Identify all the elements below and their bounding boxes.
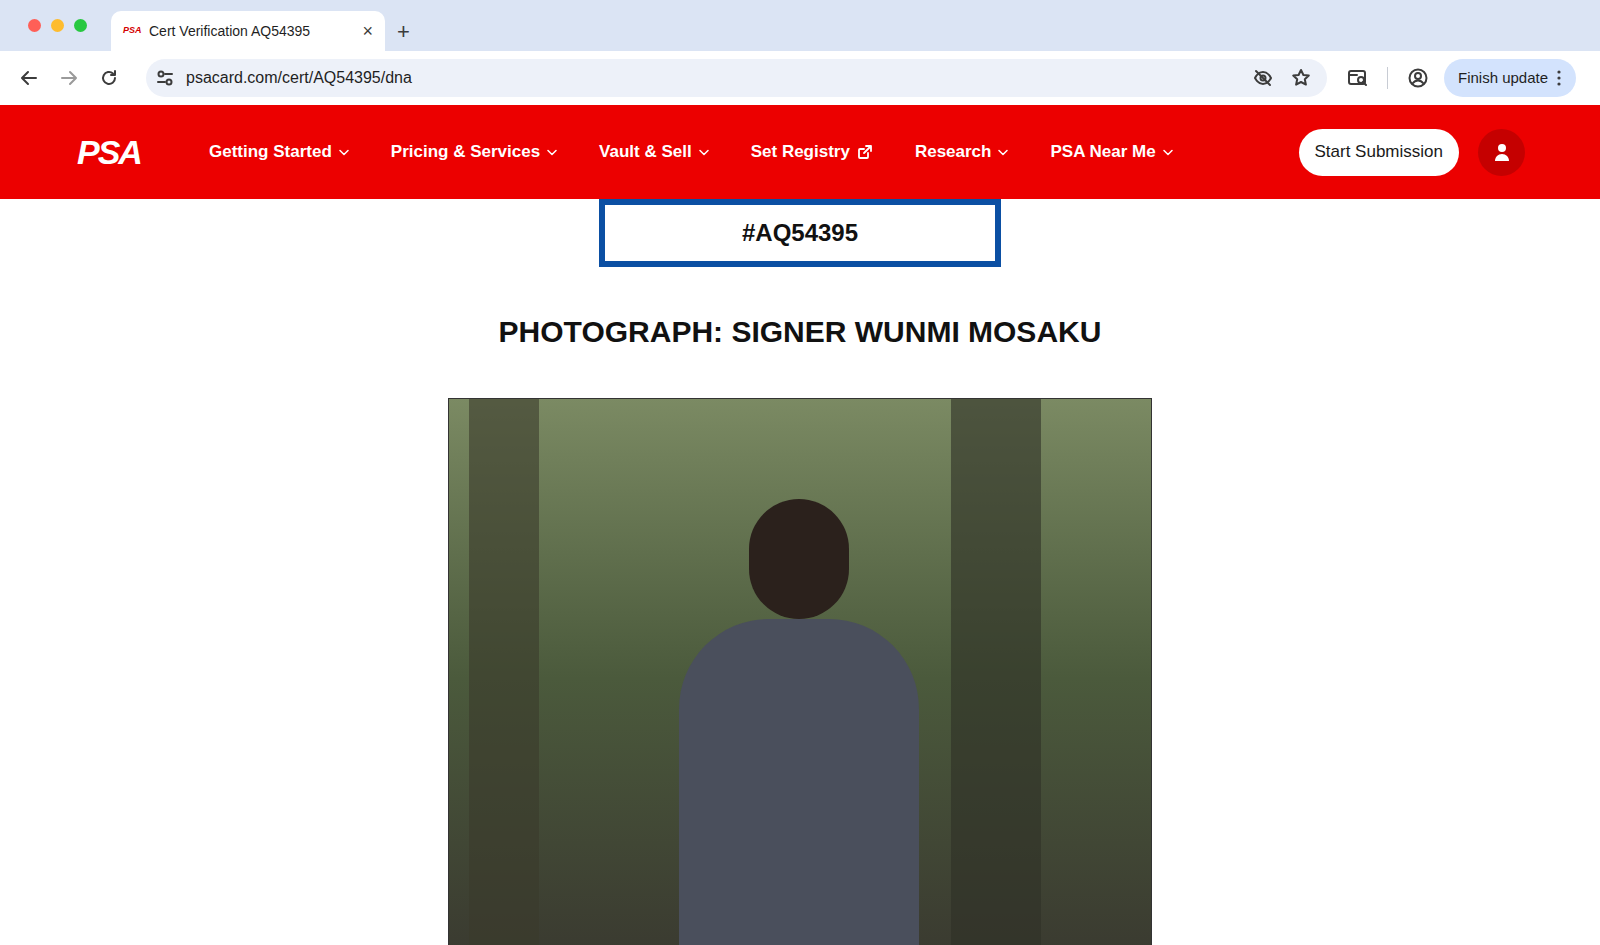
favicon: PSA <box>123 24 141 38</box>
chevron-down-icon <box>1163 149 1173 156</box>
site-info-icon[interactable] <box>148 63 182 93</box>
tracking-protection-icon[interactable] <box>1247 63 1279 93</box>
nav-item[interactable]: PSA Near Me <box>1050 139 1172 165</box>
tab-strip: PSA Cert Verification AQ54395 × + <box>0 0 1600 51</box>
cert-number-box: #AQ54395 <box>599 199 1001 267</box>
toolbar-divider <box>1387 67 1388 89</box>
tab-title: Cert Verification AQ54395 <box>149 21 354 42</box>
forward-icon[interactable] <box>49 58 89 98</box>
chevron-down-icon <box>339 149 349 156</box>
cert-title: PHOTOGRAPH: SIGNER WUNMI MOSAKU <box>499 314 1102 350</box>
finish-update-button[interactable]: Finish update <box>1444 59 1576 97</box>
tab-list: PSA Cert Verification AQ54395 × <box>111 11 385 51</box>
account-avatar[interactable] <box>1478 129 1525 176</box>
cert-content: #AQ54395 PHOTOGRAPH: SIGNER WUNMI MOSAKU <box>0 199 1600 945</box>
start-submission-button[interactable]: Start Submission <box>1299 129 1460 176</box>
profile-icon[interactable] <box>1400 60 1436 96</box>
nav-item[interactable]: Pricing & Services <box>391 139 557 165</box>
chevron-down-icon <box>547 149 557 156</box>
psa-logo[interactable]: PSA <box>77 135 152 169</box>
tab-close-button[interactable]: × <box>362 22 373 40</box>
minimize-window-button[interactable] <box>51 19 64 32</box>
nav-item[interactable]: Research <box>915 139 1009 165</box>
browser-tab[interactable]: PSA Cert Verification AQ54395 × <box>111 11 385 51</box>
chevron-down-icon <box>699 149 709 156</box>
person-icon <box>1492 142 1512 162</box>
back-icon[interactable] <box>9 58 49 98</box>
zoom-window-button[interactable] <box>74 19 87 32</box>
close-window-button[interactable] <box>28 19 41 32</box>
address-bar[interactable]: psacard.com/cert/AQ54395/dna <box>146 59 1327 97</box>
window-controls <box>0 0 87 51</box>
url-text[interactable]: psacard.com/cert/AQ54395/dna <box>186 66 1247 90</box>
bookmark-star-icon[interactable] <box>1285 63 1317 93</box>
chevron-down-icon <box>998 149 1008 156</box>
nav-item[interactable]: Set Registry <box>751 139 873 165</box>
toolbar: psacard.com/cert/AQ54395/dna Finish upda… <box>0 51 1600 105</box>
nav-item[interactable]: Getting Started <box>209 139 349 165</box>
site-header: PSA Getting Started Pricing & Services Vau… <box>0 105 1600 199</box>
nav-item[interactable]: Vault & Sell <box>599 139 709 165</box>
new-tab-button[interactable]: + <box>397 11 410 51</box>
tab-search-icon[interactable] <box>1339 60 1375 96</box>
site-nav: Getting Started Pricing & Services Vault &… <box>209 139 1173 165</box>
external-link-icon <box>857 144 873 160</box>
menu-dots-icon[interactable] <box>1556 69 1562 87</box>
reload-icon[interactable] <box>89 58 129 98</box>
autograph-photo <box>448 398 1152 945</box>
